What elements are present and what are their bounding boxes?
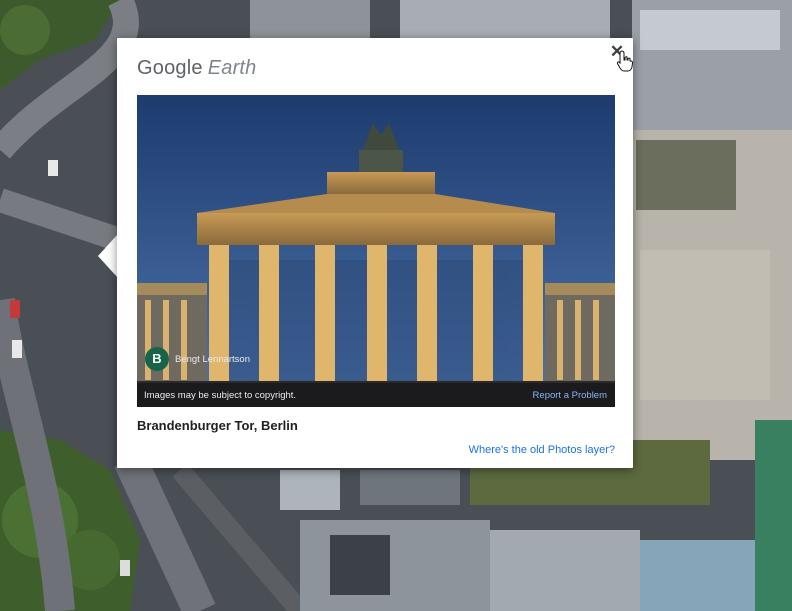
google-earth-logo: Google Earth [137, 57, 257, 80]
author-name: Bengt Lennartson [175, 353, 251, 365]
photo-credit[interactable]: B Bengt Lennartson [145, 347, 250, 371]
brand-google: Google [137, 57, 203, 79]
popup-pointer [98, 234, 118, 278]
copyright-notice: Images may be subject to copyright. [144, 390, 297, 401]
brand-earth: Earth [207, 57, 257, 79]
old-photos-layer-link[interactable]: Where's the old Photos layer? [469, 444, 615, 456]
place-title: Brandenburger Tor, Berlin [137, 418, 298, 433]
hand-cursor-icon [616, 50, 634, 72]
place-info-popup: Google Earth ✕ B Bengt Lennartson Images… [117, 38, 633, 468]
author-avatar: B [145, 347, 169, 371]
place-photo[interactable]: B Bengt Lennartson Images may be subject… [137, 95, 615, 407]
report-problem-link[interactable]: Report a Problem [533, 390, 607, 401]
